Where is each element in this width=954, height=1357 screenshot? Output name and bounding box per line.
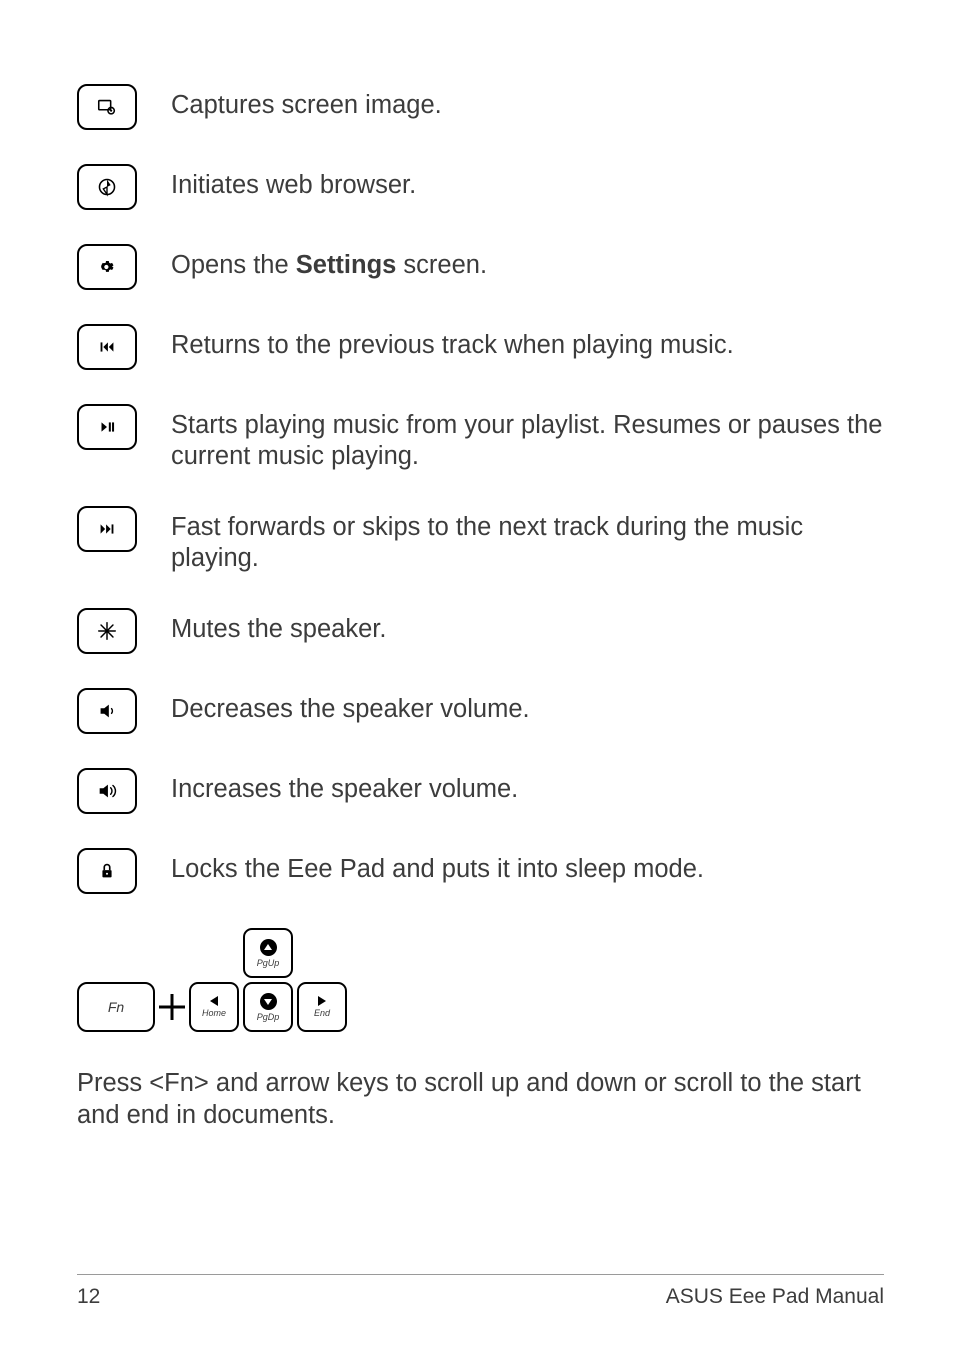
pgdp-label: PgDp (257, 1013, 280, 1022)
volume-down-key (77, 688, 137, 734)
shortcut-row-next-track: Fast forwards or skips to the next track… (77, 506, 884, 574)
shortcut-row-browser: Initiates web browser. (77, 164, 884, 210)
lock-icon (96, 860, 118, 882)
page: Captures screen image. Initiates web bro… (0, 0, 954, 1357)
arrow-key-end: End (297, 982, 347, 1032)
pgup-label: PgUp (257, 959, 280, 968)
volume-down-desc: Decreases the speaker volume. (171, 688, 884, 725)
shortcut-row-previous-track: Returns to the previous track when playi… (77, 324, 884, 370)
lock-key (77, 848, 137, 894)
previous-track-key (77, 324, 137, 370)
arrow-cluster: PgUp Home PgDp End (189, 928, 347, 1032)
volume-up-desc: Increases the speaker volume. (171, 768, 884, 805)
next-track-key (77, 506, 137, 552)
arrow-key-home: Home (189, 982, 239, 1032)
shortcut-row-mute: Mutes the speaker. (77, 608, 884, 654)
page-number: 12 (77, 1285, 100, 1309)
shortcut-row-settings: Opens the Settings screen. (77, 244, 884, 290)
end-label: End (314, 1009, 330, 1018)
arrow-key-pgup: PgUp (243, 928, 293, 978)
page-footer: 12 ASUS Eee Pad Manual (77, 1274, 884, 1309)
shortcut-row-volume-down: Decreases the speaker volume. (77, 688, 884, 734)
screenshot-icon (96, 96, 118, 118)
lock-desc: Locks the Eee Pad and puts it into sleep… (171, 848, 884, 885)
shortcut-row-volume-up: Increases the speaker volume. (77, 768, 884, 814)
shortcut-row-play-pause: Starts playing music from your playlist.… (77, 404, 884, 472)
settings-key (77, 244, 137, 290)
shortcut-row-screenshot: Captures screen image. (77, 84, 884, 130)
plus-icon (157, 992, 187, 1022)
play-pause-icon (96, 416, 118, 438)
browser-key (77, 164, 137, 210)
arrow-key-pgdp: PgDp (243, 982, 293, 1032)
volume-down-icon (96, 700, 118, 722)
mute-icon (96, 620, 118, 642)
settings-desc: Opens the Settings screen. (171, 244, 884, 281)
shortcut-row-lock: Locks the Eee Pad and puts it into sleep… (77, 848, 884, 894)
play-pause-key (77, 404, 137, 450)
next-track-icon (96, 518, 118, 540)
volume-up-key (77, 768, 137, 814)
fn-arrow-description: Press <Fn> and arrow keys to scroll up a… (77, 1068, 884, 1130)
previous-track-desc: Returns to the previous track when playi… (171, 324, 884, 361)
previous-track-icon (96, 336, 118, 358)
manual-title: ASUS Eee Pad Manual (666, 1285, 884, 1309)
mute-desc: Mutes the speaker. (171, 608, 884, 645)
browser-desc: Initiates web browser. (171, 164, 884, 201)
fn-key: Fn (77, 982, 155, 1032)
home-label: Home (202, 1009, 226, 1018)
play-pause-desc: Starts playing music from your playlist.… (171, 404, 884, 472)
next-track-desc: Fast forwards or skips to the next track… (171, 506, 884, 574)
browser-icon (96, 176, 118, 198)
settings-icon (96, 256, 118, 278)
screenshot-desc: Captures screen image. (171, 84, 884, 121)
mute-key (77, 608, 137, 654)
fn-arrow-combo: Fn PgUp Home PgDp End (77, 928, 884, 1032)
screenshot-key (77, 84, 137, 130)
volume-up-icon (96, 780, 118, 802)
